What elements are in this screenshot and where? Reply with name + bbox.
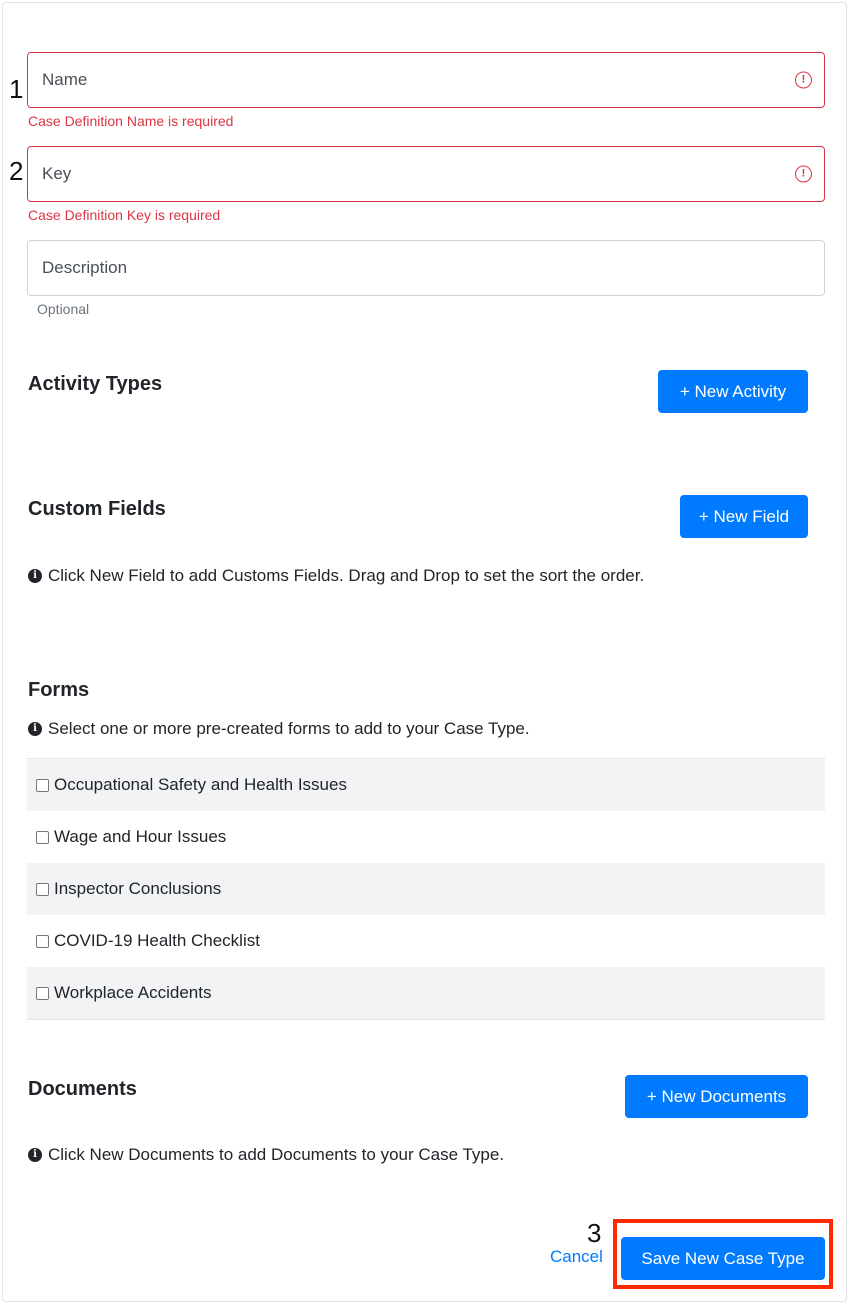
form-checkbox[interactable]: [36, 986, 49, 1000]
documents-info-text: Click New Documents to add Documents to …: [48, 1145, 505, 1164]
name-field[interactable]: Name !: [27, 52, 825, 108]
info-circle-icon: i: [28, 722, 42, 736]
documents-title: Documents: [28, 1078, 137, 1100]
form-checkbox[interactable]: [36, 882, 49, 896]
activity-types-title: Activity Types: [28, 373, 163, 395]
new-field-button[interactable]: + New Field: [680, 495, 808, 538]
custom-fields-info-text: Click New Field to add Customs Fields. D…: [48, 566, 645, 585]
custom-fields-info: i Click New Field to add Customs Fields.…: [28, 566, 644, 586]
form-item-label: Wage and Hour Issues: [54, 827, 227, 846]
form-checkbox[interactable]: [36, 778, 49, 792]
description-hint: Optional: [37, 301, 90, 317]
annotation-step-2: 2: [9, 156, 24, 186]
annotation-step-3: 3: [587, 1218, 602, 1248]
forms-info: i Select one or more pre-created forms t…: [28, 719, 530, 739]
new-documents-button[interactable]: + New Documents: [625, 1075, 808, 1118]
name-placeholder: Name: [42, 70, 88, 89]
exclamation-circle-icon: !: [795, 165, 812, 183]
name-error: Case Definition Name is required: [28, 113, 234, 129]
form-item-label: Workplace Accidents: [54, 983, 212, 1002]
form-item-wage-hour[interactable]: Wage and Hour Issues: [27, 811, 825, 863]
key-field[interactable]: Key !: [27, 146, 825, 202]
custom-fields-title: Custom Fields: [28, 498, 166, 520]
form-item-inspector-conclusions[interactable]: Inspector Conclusions: [27, 863, 825, 915]
form-item-workplace-accidents[interactable]: Workplace Accidents: [27, 967, 825, 1019]
exclamation-circle-icon: !: [795, 71, 812, 89]
form-checkbox[interactable]: [36, 830, 49, 844]
description-placeholder: Description: [42, 258, 128, 277]
info-circle-icon: i: [28, 1148, 42, 1162]
key-placeholder: Key: [42, 164, 72, 183]
info-circle-icon: i: [28, 569, 42, 583]
form-checkbox[interactable]: [36, 934, 49, 948]
description-field[interactable]: Description: [27, 240, 825, 296]
new-activity-button[interactable]: + New Activity: [658, 370, 808, 413]
form-item-occupational-safety[interactable]: Occupational Safety and Health Issues: [27, 759, 825, 811]
annotation-step-1: 1: [9, 74, 24, 104]
form-item-label: Inspector Conclusions: [54, 879, 222, 898]
documents-info: i Click New Documents to add Documents t…: [28, 1145, 504, 1165]
form-item-label: Occupational Safety and Health Issues: [54, 775, 347, 794]
forms-title: Forms: [28, 679, 90, 701]
form-item-label: COVID-19 Health Checklist: [54, 931, 260, 950]
forms-list: Occupational Safety and Health Issues Wa…: [27, 758, 825, 1020]
form-item-covid-checklist[interactable]: COVID-19 Health Checklist: [27, 915, 825, 967]
key-error: Case Definition Key is required: [28, 207, 221, 223]
forms-info-text: Select one or more pre-created forms to …: [48, 719, 530, 738]
save-new-case-type-button[interactable]: Save New Case Type: [621, 1237, 825, 1280]
cancel-link[interactable]: Cancel: [550, 1247, 603, 1267]
